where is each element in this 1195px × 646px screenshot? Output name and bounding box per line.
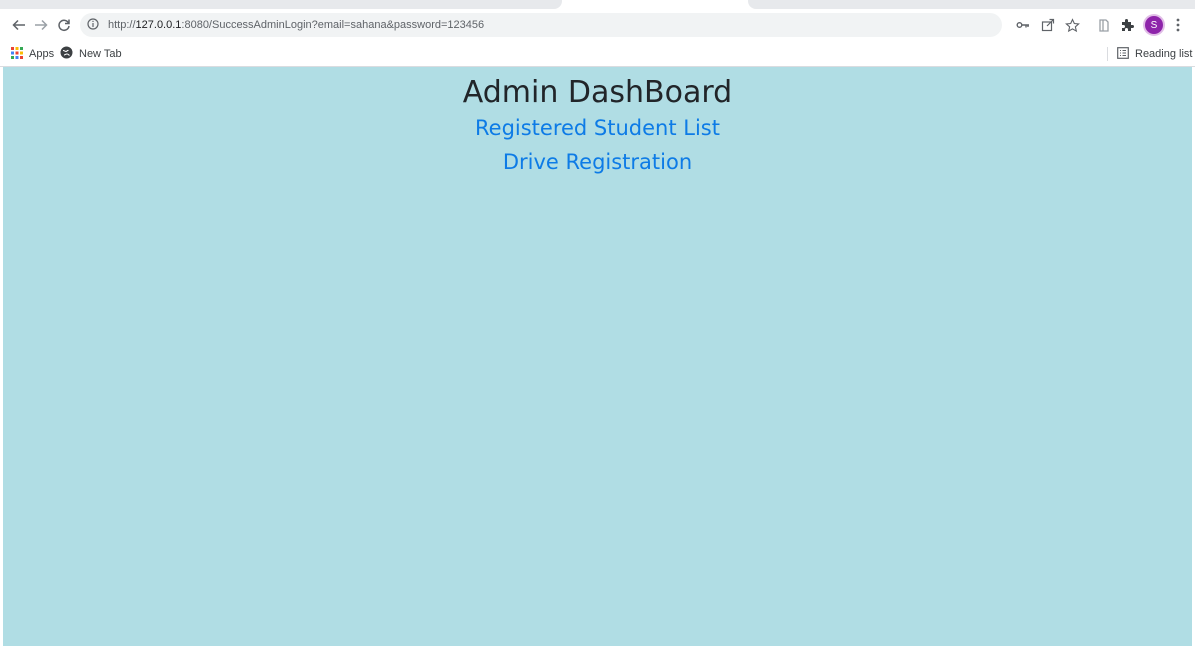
page-title: Admin DashBoard — [462, 75, 733, 110]
registered-student-list-link[interactable]: Registered Student List — [475, 111, 720, 145]
bookmark-new-tab[interactable]: New Tab — [60, 45, 122, 63]
apps-grid-icon — [11, 46, 23, 62]
url-text[interactable]: http://127.0.0.1:8080/SuccessAdminLogin?… — [108, 13, 484, 37]
share-icon[interactable] — [1038, 15, 1058, 35]
reading-list-icon — [1117, 46, 1129, 62]
drive-registration-link[interactable]: Drive Registration — [503, 145, 692, 179]
profile-avatar[interactable]: S — [1145, 16, 1163, 34]
active-tab[interactable] — [562, 0, 748, 10]
inactive-tab-left[interactable] — [0, 0, 562, 9]
browser-toolbar: http://127.0.0.1:8080/SuccessAdminLogin?… — [0, 10, 1195, 42]
bookmarks-bar: Apps New Tab Reading list — [0, 42, 1195, 67]
key-icon[interactable] — [1013, 15, 1033, 35]
reload-icon[interactable] — [53, 14, 75, 36]
reading-list-label: Reading list — [1135, 48, 1193, 60]
address-bar[interactable]: http://127.0.0.1:8080/SuccessAdminLogin?… — [80, 13, 1002, 37]
bookmark-new-tab-label: New Tab — [79, 48, 122, 60]
url-host: 127.0.0.1 — [135, 19, 182, 31]
globe-icon — [60, 46, 73, 62]
url-prefix: http:// — [108, 19, 136, 31]
star-icon[interactable] — [1062, 15, 1082, 35]
back-arrow-icon[interactable] — [8, 14, 30, 36]
extension-icon[interactable] — [1094, 15, 1114, 35]
inactive-tab-right[interactable] — [748, 0, 1195, 9]
bookmark-apps-label: Apps — [29, 48, 55, 60]
forward-arrow-icon[interactable] — [30, 14, 52, 36]
page-content: Admin DashBoard Registered Student List … — [3, 67, 1192, 646]
bookmarks-divider — [1107, 47, 1108, 61]
reading-list-button[interactable]: Reading list — [1117, 45, 1192, 63]
tab-strip — [0, 0, 1195, 10]
kebab-menu-icon[interactable] — [1168, 15, 1188, 35]
url-path: :8080/SuccessAdminLogin?email=sahana&pas… — [181, 19, 485, 31]
puzzle-icon[interactable] — [1117, 15, 1137, 35]
info-icon[interactable] — [86, 17, 100, 31]
bookmark-apps[interactable]: Apps — [11, 45, 54, 63]
browser-window: http://127.0.0.1:8080/SuccessAdminLogin?… — [0, 0, 1195, 646]
